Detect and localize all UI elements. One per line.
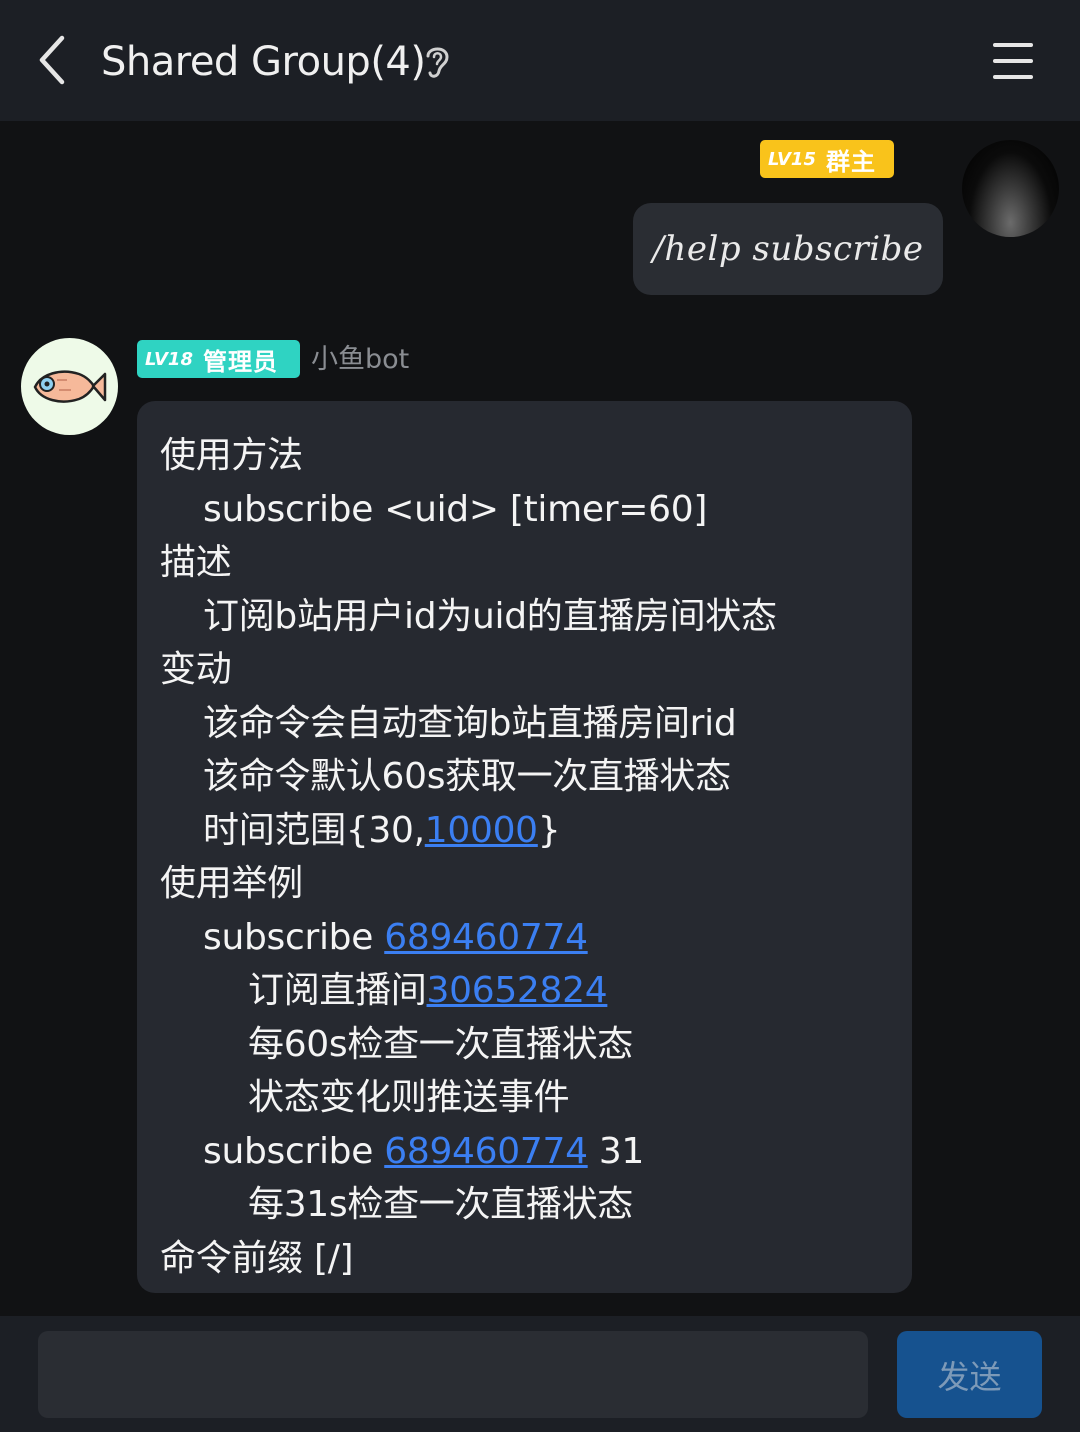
text-segment: 订阅直播间	[248, 970, 427, 1011]
number-link[interactable]: 10000	[425, 810, 538, 851]
message-line: 该命令会自动查询b站直播房间rid	[203, 702, 737, 744]
message-line: 使用举例	[160, 863, 303, 904]
ear-icon[interactable]	[420, 40, 454, 84]
text-segment: 时间范围{30,	[203, 809, 425, 851]
fish-icon	[33, 370, 107, 403]
message-line: 该命令默认60s获取一次直播状态	[203, 756, 731, 797]
menu-button[interactable]	[990, 40, 1036, 82]
level-label: LV15	[768, 148, 816, 170]
message-line: subscribe 689460774 31	[160, 1125, 892, 1179]
menu-icon	[993, 43, 1033, 79]
back-button[interactable]	[30, 30, 80, 90]
avatar[interactable]	[962, 140, 1059, 237]
message-line: 变动	[160, 649, 232, 690]
role-label: 管理员	[202, 347, 278, 376]
message-line: 描述	[160, 542, 232, 583]
message-line: 订阅直播间30652824	[160, 964, 892, 1018]
text-segment: subscribe	[203, 1130, 385, 1172]
text-segment: }	[537, 809, 561, 851]
message-line: 订阅b站用户id为uid的直播房间状态	[203, 595, 777, 637]
message-text: /help subscribe	[652, 229, 924, 269]
send-button[interactable]: 发送	[897, 1331, 1042, 1418]
text-segment: subscribe	[203, 916, 385, 958]
message-line: subscribe <uid> [timer=60]	[203, 488, 708, 530]
uid-link[interactable]: 689460774	[384, 917, 588, 958]
level-label: LV18	[145, 348, 193, 370]
chat-title: Shared Group(4)	[101, 39, 426, 85]
message-input[interactable]	[38, 1331, 868, 1418]
message-line: 时间范围{30,10000}	[160, 804, 892, 858]
message-line: 每60s检查一次直播状态	[248, 1023, 633, 1065]
room-link[interactable]: 30652824	[427, 970, 608, 1011]
role-label: 群主	[825, 147, 876, 176]
chevron-left-icon	[39, 35, 65, 85]
bot-avatar[interactable]	[21, 338, 118, 435]
message-line: 状态变化则推送事件	[248, 1077, 570, 1118]
message-bubble-self[interactable]: /help subscribe	[633, 203, 943, 295]
composer-bar: 发送	[0, 1316, 1080, 1432]
top-bar: Shared Group(4)	[0, 0, 1080, 121]
message-line: subscribe 689460774	[160, 911, 892, 965]
message-line: 每31s检查一次直播状态	[248, 1184, 633, 1225]
text-segment: 31	[587, 1130, 645, 1172]
sender-name: 小鱼bot	[311, 344, 410, 375]
message-line: 使用方法	[160, 435, 303, 476]
uid-link[interactable]: 689460774	[384, 1131, 588, 1172]
message-bubble-bot[interactable]: 使用方法 subscribe <uid> [timer=60] 描述 订阅b站用…	[137, 401, 912, 1293]
message-line: 命令前缀 [/]	[160, 1237, 354, 1279]
admin-badge: LV18 管理员	[137, 340, 300, 378]
owner-badge: LV15 群主	[760, 140, 894, 178]
